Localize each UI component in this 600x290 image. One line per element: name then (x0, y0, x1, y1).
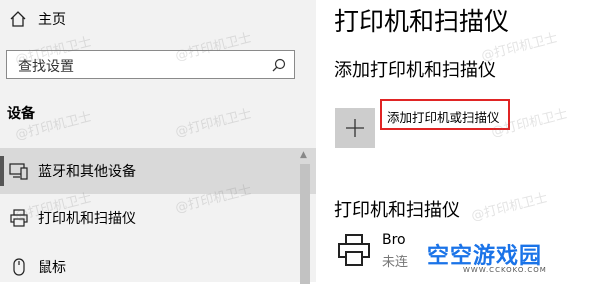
sidebar-item-mouse[interactable]: 鼠标 (0, 244, 316, 290)
nav-home-label: 主页 (38, 12, 66, 28)
search-icon[interactable] (272, 58, 286, 72)
settings-search-box[interactable]: 查找设置 (6, 50, 295, 79)
logo-url: WWW.CCKOKO.COM (463, 266, 547, 274)
plus-icon (346, 119, 364, 137)
search-placeholder: 查找设置 (18, 59, 74, 75)
sidebar-item-bluetooth[interactable]: 蓝牙和其他设备 (0, 148, 316, 194)
printer-icon (10, 209, 28, 227)
add-printer-link-highlight[interactable]: 添加打印机或扫描仪 (380, 99, 510, 130)
watermark: @打印机卫士 (469, 190, 550, 225)
sidebar-item-label: 鼠标 (38, 260, 66, 276)
printer-icon (338, 234, 370, 266)
sidebar-item-printers[interactable]: 打印机和扫描仪 (0, 195, 316, 241)
settings-sidebar: 主页 查找设置 设备 蓝牙和其他设备 打印机和扫描仪 鼠标 ▲ (0, 0, 316, 284)
bluetooth-devices-icon (9, 163, 28, 180)
section-heading-devices: 设备 (7, 106, 35, 122)
scrollbar-thumb[interactable] (300, 164, 310, 284)
selected-indicator (0, 156, 4, 186)
add-printer-label: 添加打印机或扫描仪 (387, 110, 500, 125)
sidebar-scrollbar[interactable]: ▲ (297, 150, 313, 284)
scroll-up-arrow-icon[interactable]: ▲ (300, 150, 307, 160)
sidebar-item-label: 蓝牙和其他设备 (38, 164, 136, 180)
sidebar-item-label: 打印机和扫描仪 (38, 211, 136, 227)
printer-list-heading: 打印机和扫描仪 (334, 200, 460, 221)
add-section-title: 添加打印机和扫描仪 (334, 60, 496, 81)
device-name: Bro (382, 232, 406, 248)
device-status: 未连 (382, 255, 409, 270)
site-logo: 空空游戏园 WWW.CCKOKO.COM (427, 238, 572, 278)
home-icon (10, 11, 26, 27)
page-title: 打印机和扫描仪 (334, 7, 510, 36)
nav-home[interactable]: 主页 (0, 5, 316, 33)
add-printer-button[interactable] (335, 108, 375, 148)
mouse-icon (13, 258, 25, 276)
